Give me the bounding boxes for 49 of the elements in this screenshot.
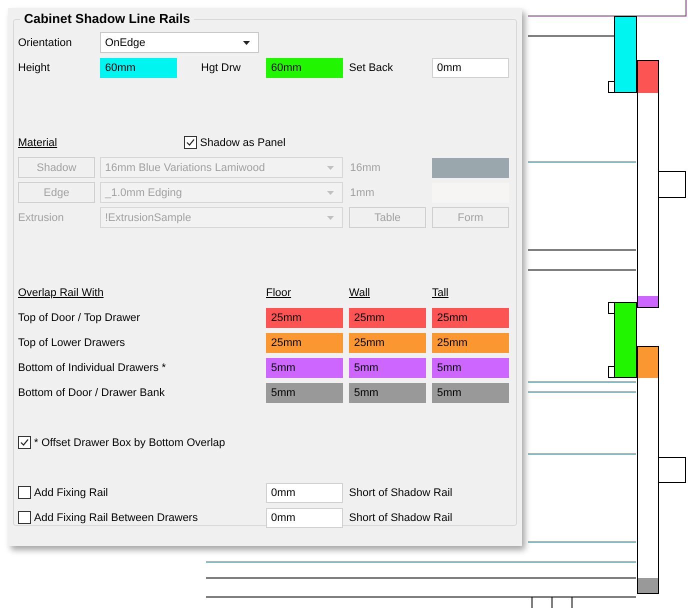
orientation-dropdown[interactable]: OnEdge: [100, 32, 259, 53]
column-heading: Wall: [349, 286, 371, 298]
input-field[interactable]: 5mm: [349, 358, 426, 378]
thickness-label: 1mm: [349, 186, 376, 198]
thickness-label: 16mm: [349, 162, 382, 174]
suffix-label: Short of Shadow Rail: [349, 512, 454, 524]
checkbox-label: Shadow as Panel: [200, 136, 286, 148]
field-label: Hgt Drw: [200, 62, 242, 74]
field-label: Height: [18, 62, 51, 74]
checkbox[interactable]: [184, 136, 197, 149]
panel-title: Cabinet Shadow Line Rails: [23, 10, 192, 28]
caret-icon: [327, 190, 334, 194]
field-label: Set Back: [349, 62, 394, 74]
input-field[interactable]: 60mm: [266, 58, 343, 78]
row-label: Bottom of Door / Drawer Bank: [18, 386, 166, 398]
field-label: Extrusion: [18, 212, 65, 224]
caret-icon: [327, 216, 334, 220]
input-field[interactable]: 5mm: [266, 358, 343, 378]
input-field[interactable]: 5mm: [432, 358, 509, 378]
input-field[interactable]: 25mm: [266, 308, 343, 328]
column-heading: Tall: [432, 286, 450, 298]
caret-icon: [243, 40, 250, 44]
checkbox[interactable]: [18, 436, 31, 449]
checkbox[interactable]: [18, 511, 31, 524]
input-field[interactable]: 5mm: [266, 382, 343, 402]
checkbox-label: Add Fixing Rail: [34, 486, 108, 498]
column-heading: Floor: [266, 286, 292, 298]
input-field[interactable]: 25mm: [266, 332, 343, 352]
input-field[interactable]: 25mm: [349, 332, 426, 352]
input-field[interactable]: 25mm: [349, 308, 426, 328]
input-field[interactable]: 0mm: [266, 482, 343, 502]
row-label: Top of Lower Drawers: [18, 336, 126, 348]
input-field[interactable]: 25mm: [432, 308, 509, 328]
input-field[interactable]: 25mm: [432, 332, 509, 352]
input-field[interactable]: 0mm: [432, 58, 509, 78]
checkbox[interactable]: [18, 486, 31, 499]
row-label: Top of Door / Top Drawer: [18, 312, 142, 324]
checkbox-label: * Offset Drawer Box by Bottom Overlap: [34, 436, 226, 448]
input-field[interactable]: 5mm: [432, 382, 509, 402]
section-heading: Material: [18, 136, 58, 148]
input-field[interactable]: 0mm: [266, 508, 343, 528]
field-label: Orientation: [18, 36, 73, 48]
row-label: Bottom of Individual Drawers *: [18, 362, 167, 374]
input-field[interactable]: 60mm: [100, 58, 177, 78]
checkbox-label: Add Fixing Rail Between Drawers: [34, 512, 198, 524]
caret-icon: [327, 166, 334, 170]
input-field[interactable]: 5mm: [349, 382, 426, 402]
section-heading: Overlap Rail With: [18, 286, 105, 298]
suffix-label: Short of Shadow Rail: [349, 486, 454, 498]
